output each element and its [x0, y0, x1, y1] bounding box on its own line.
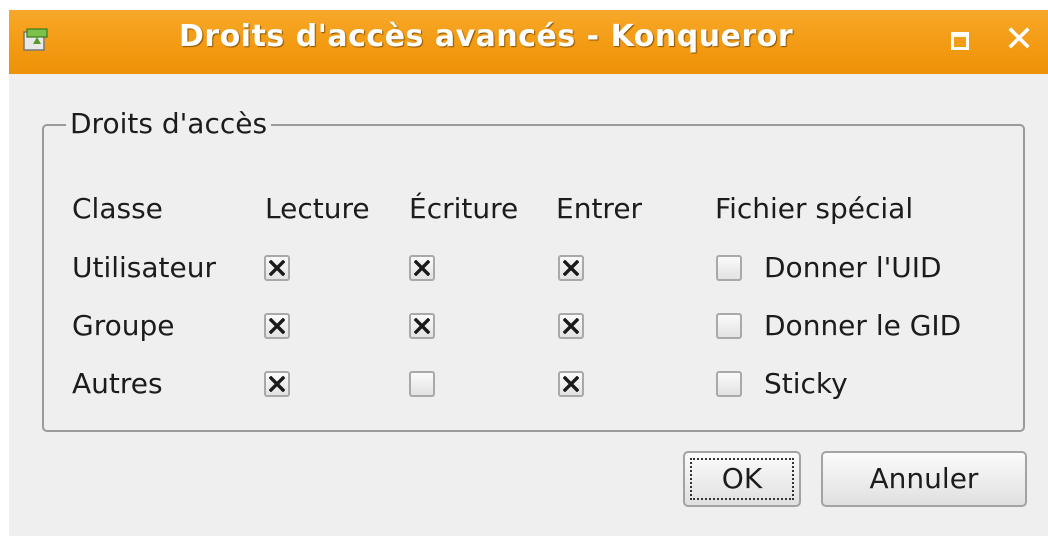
- permissions-dialog: Droits d'accès avancés - Konqueror ✕ Dro…: [9, 10, 1048, 536]
- set-gid-label[interactable]: Donner le GID: [764, 310, 961, 342]
- group-read-checkbox[interactable]: [264, 313, 290, 339]
- set-uid-label[interactable]: Donner l'UID: [764, 252, 942, 284]
- group-write-checkbox[interactable]: [409, 313, 435, 339]
- row-label-group: Groupe: [72, 309, 175, 342]
- title-bar[interactable]: Droits d'accès avancés - Konqueror ✕: [9, 10, 1048, 74]
- set-uid-checkbox[interactable]: [716, 255, 742, 281]
- maximize-icon[interactable]: [951, 32, 969, 50]
- row-label-others: Autres: [72, 367, 163, 400]
- user-enter-checkbox[interactable]: [558, 255, 584, 281]
- header-special: Fichier spécial: [715, 192, 914, 225]
- cancel-button[interactable]: Annuler: [821, 451, 1027, 507]
- sticky-checkbox[interactable]: [716, 371, 742, 397]
- others-enter-checkbox[interactable]: [558, 371, 584, 397]
- group-enter-checkbox[interactable]: [558, 313, 584, 339]
- row-label-user: Utilisateur: [72, 251, 217, 284]
- konqueror-app-icon: [23, 28, 48, 51]
- header-write: Écriture: [409, 192, 519, 225]
- ok-button[interactable]: OK: [683, 451, 801, 507]
- header-read: Lecture: [265, 192, 370, 225]
- groupbox-legend: Droits d'accès: [66, 108, 272, 140]
- user-write-checkbox[interactable]: [409, 255, 435, 281]
- set-gid-checkbox[interactable]: [716, 313, 742, 339]
- header-class: Classe: [72, 192, 163, 225]
- others-write-checkbox[interactable]: [409, 371, 435, 397]
- cancel-button-label: Annuler: [869, 462, 979, 495]
- user-read-checkbox[interactable]: [264, 255, 290, 281]
- window-title: Droits d'accès avancés - Konqueror: [179, 19, 794, 54]
- sticky-label[interactable]: Sticky: [764, 368, 848, 400]
- header-enter: Entrer: [556, 192, 643, 225]
- close-icon[interactable]: ✕: [1004, 22, 1034, 58]
- focus-indicator: [690, 458, 794, 500]
- others-read-checkbox[interactable]: [264, 371, 290, 397]
